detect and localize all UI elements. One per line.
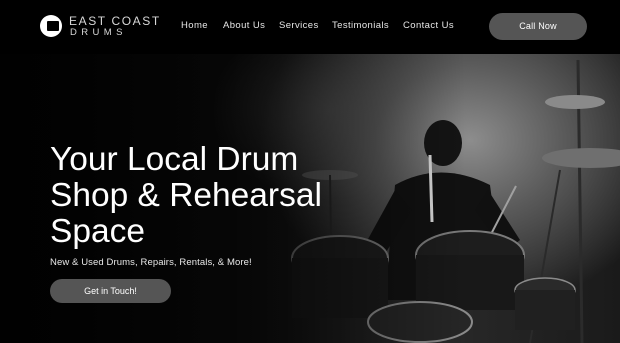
nav-contact-us[interactable]: Contact Us [403, 20, 454, 31]
site-header: EAST COAST DRUMS Home About Us Services … [0, 0, 620, 54]
logo-mark-icon [40, 15, 62, 37]
nav-testimonials[interactable]: Testimonials [332, 20, 389, 31]
brand-line-2: DRUMS [70, 27, 127, 38]
nav-about-us[interactable]: About Us [223, 20, 265, 31]
hero-headline: Your Local Drum Shop & Rehearsal Space [50, 142, 390, 250]
call-now-button[interactable]: Call Now [489, 13, 587, 40]
nav-services[interactable]: Services [279, 20, 319, 31]
hero-headline-line-2: Shop & Rehearsal [50, 177, 322, 214]
get-in-touch-button[interactable]: Get in Touch! [50, 279, 171, 303]
hero-headline-line-3: Space [50, 213, 145, 250]
hero-subtitle: New & Used Drums, Repairs, Rentals, & Mo… [50, 257, 252, 268]
hero-headline-line-1: Your Local Drum [50, 141, 299, 178]
brand-line-1: EAST COAST [69, 14, 161, 28]
nav-home[interactable]: Home [181, 20, 208, 31]
